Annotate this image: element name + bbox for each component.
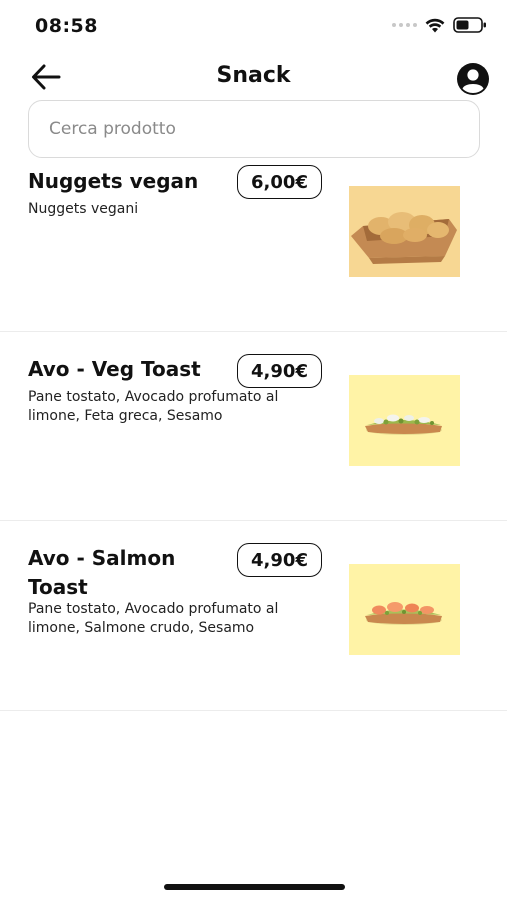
product-image (349, 375, 460, 466)
product-description: Pane tostato, Avocado profumato al limon… (28, 601, 279, 636)
veg-toast-image (349, 375, 460, 466)
product-card-nuggets-vegan[interactable]: Nuggets vegan 6,00€ Nuggets vegani (0, 160, 507, 332)
salmon-toast-image (349, 564, 460, 655)
battery-icon (453, 17, 486, 33)
cellular-signal-icon (392, 23, 417, 27)
nuggets-image (349, 186, 460, 277)
status-bar: 08:58 (0, 0, 507, 52)
status-time: 08:58 (35, 15, 98, 37)
product-card-avo-salmon-toast[interactable]: Avo - Salmon Toast 4,90€ Pane tostato, A… (0, 521, 507, 711)
user-circle-icon (457, 63, 489, 95)
product-price: 4,90€ (237, 543, 322, 577)
page-title: Snack (216, 63, 291, 88)
search-box (28, 100, 480, 158)
search-input[interactable] (29, 101, 479, 157)
status-icons (392, 17, 487, 33)
profile-button[interactable] (456, 62, 490, 96)
product-price: 4,90€ (237, 354, 322, 388)
product-description: Nuggets vegani (28, 201, 139, 217)
wifi-icon (425, 18, 445, 32)
product-name: Nuggets vegan (28, 169, 199, 193)
product-image (349, 564, 460, 655)
product-card-avo-veg-toast[interactable]: Avo - Veg Toast 4,90€ Pane tostato, Avoc… (0, 332, 507, 521)
product-name: Avo - Veg Toast (28, 357, 201, 381)
home-indicator (164, 884, 345, 890)
product-image (349, 186, 460, 277)
product-price: 6,00€ (237, 165, 322, 199)
product-name: Avo - Salmon Toast (28, 546, 176, 599)
nav-bar: Snack (0, 52, 507, 102)
product-description: Pane tostato, Avocado profumato al limon… (28, 389, 279, 424)
